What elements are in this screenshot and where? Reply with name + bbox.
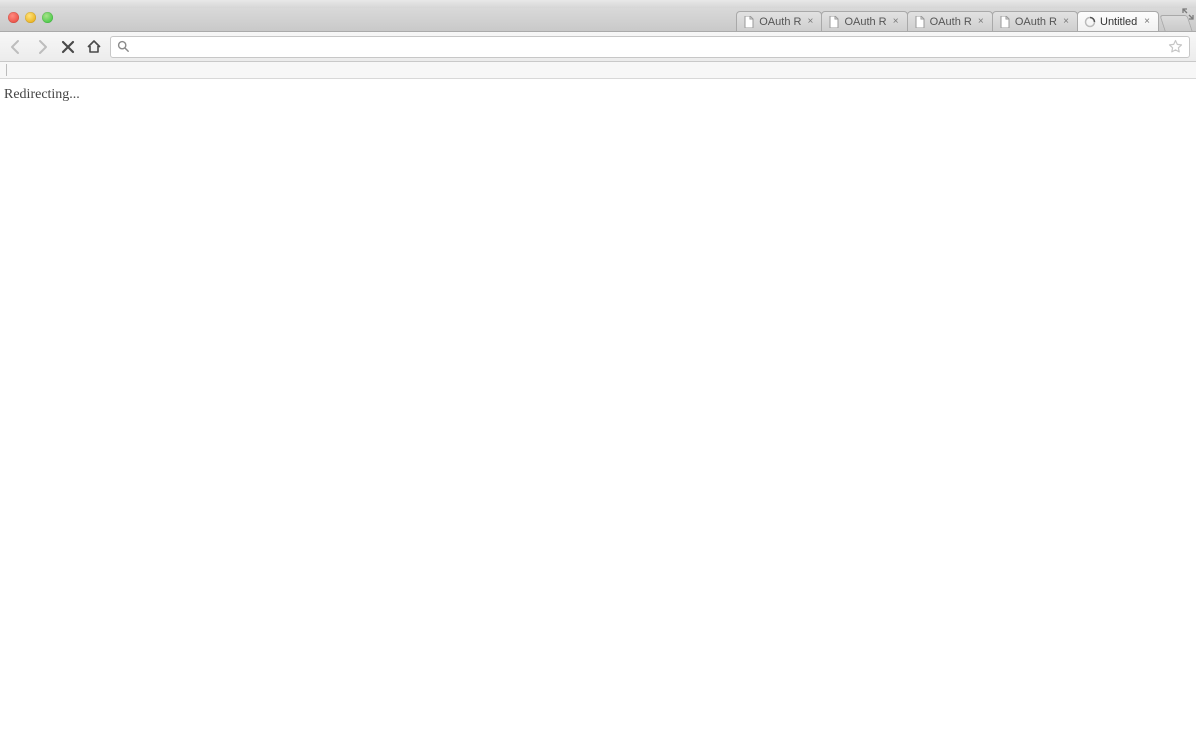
bookmark-star-icon[interactable] xyxy=(1168,39,1183,54)
page-icon xyxy=(828,16,840,28)
tab-untitled[interactable]: Untitled × xyxy=(1077,11,1159,31)
tab-label: Untitled xyxy=(1100,16,1138,28)
fullscreen-icon[interactable] xyxy=(1182,7,1194,19)
redirect-text: Redirecting... xyxy=(4,87,80,102)
stop-button[interactable] xyxy=(58,37,78,57)
traffic-lights xyxy=(8,12,53,23)
window-titlebar xyxy=(0,0,1196,8)
tab-oauth-4[interactable]: OAuth R × xyxy=(992,11,1078,31)
page-content: Redirecting... xyxy=(0,79,1196,111)
page-icon xyxy=(743,16,755,28)
window-minimize-button[interactable] xyxy=(25,12,36,23)
page-icon xyxy=(999,16,1011,28)
tab-label: OAuth R xyxy=(759,16,801,28)
tab-oauth-2[interactable]: OAuth R × xyxy=(821,11,907,31)
home-button[interactable] xyxy=(84,37,104,57)
address-bar[interactable] xyxy=(110,36,1190,58)
close-icon[interactable]: × xyxy=(1142,17,1152,27)
back-button[interactable] xyxy=(6,37,26,57)
loading-icon xyxy=(1084,16,1096,28)
tab-label: OAuth R xyxy=(1015,16,1057,28)
tabs-container: OAuth R × OAuth R × OAuth R × OAuth R × xyxy=(736,11,1190,31)
browser-toolbar xyxy=(0,32,1196,62)
search-icon xyxy=(117,40,130,53)
close-icon[interactable]: × xyxy=(1061,17,1071,27)
tab-oauth-3[interactable]: OAuth R × xyxy=(907,11,993,31)
window-close-button[interactable] xyxy=(8,12,19,23)
close-icon[interactable]: × xyxy=(805,17,815,27)
window-zoom-button[interactable] xyxy=(42,12,53,23)
tab-oauth-1[interactable]: OAuth R × xyxy=(736,11,822,31)
tab-label: OAuth R xyxy=(930,16,972,28)
address-input[interactable] xyxy=(136,40,1162,54)
close-icon[interactable]: × xyxy=(976,17,986,27)
bookmarks-bar xyxy=(0,62,1196,79)
page-icon xyxy=(914,16,926,28)
tab-label: OAuth R xyxy=(844,16,886,28)
forward-button[interactable] xyxy=(32,37,52,57)
close-icon[interactable]: × xyxy=(891,17,901,27)
bookmarks-divider xyxy=(6,64,7,76)
tab-strip: OAuth R × OAuth R × OAuth R × OAuth R × xyxy=(0,8,1196,32)
